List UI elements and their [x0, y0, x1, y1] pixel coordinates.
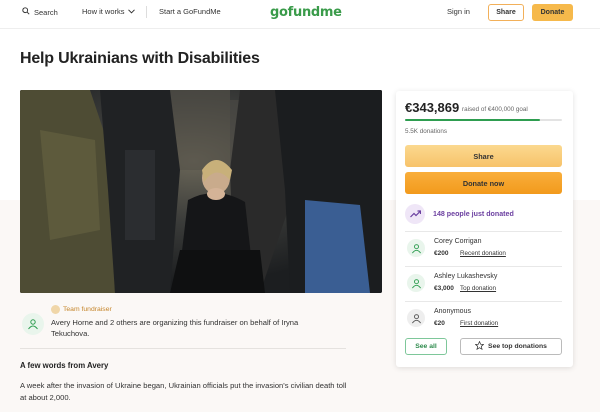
trending-up-icon [405, 204, 425, 224]
header-donate-button[interactable]: Donate [532, 4, 573, 21]
donor-hands-icon [407, 239, 425, 257]
story-paragraph: A week after the invasion of Ukraine beg… [20, 381, 347, 402]
see-top-donations-button[interactable]: See top donations [460, 338, 562, 355]
share-button[interactable]: Share [405, 145, 562, 167]
donor-name: Anonymous [434, 308, 471, 315]
header-share-button[interactable]: Share [488, 4, 524, 21]
search-label: Search [34, 7, 58, 17]
donor-divider [405, 231, 562, 232]
campaign-photo [20, 90, 382, 293]
sign-in-link[interactable]: Sign in [447, 7, 470, 16]
progress-bar [405, 119, 562, 121]
search-link[interactable]: Search [22, 7, 58, 17]
header-divider [0, 28, 600, 29]
how-it-works-menu[interactable]: How it works [82, 7, 135, 16]
donation-card: €343,869 raised of €400,000 goal 5.5K do… [396, 91, 573, 367]
chevron-down-icon [127, 7, 135, 16]
donate-now-button[interactable]: Donate now [405, 172, 562, 194]
donor-name: Corey Corrigan [434, 238, 482, 245]
organizer-divider [20, 348, 346, 349]
team-badge-label: Team fundraiser [63, 306, 112, 313]
just-donated-text: 148 people just donated [433, 210, 514, 218]
just-donated-row: 148 people just donated [405, 203, 562, 225]
donor-name: Ashley Lukashevsky [434, 273, 498, 280]
donor-row: Ashley Lukashevsky €3,000 Top donation [405, 269, 562, 299]
donor-amount: €20 [434, 320, 445, 327]
donation-count: 5.5K donations [405, 128, 448, 135]
donor-amount: €3,000 [434, 285, 454, 292]
campaign-title: Help Ukrainians with Disabilities [20, 50, 260, 67]
donor-type-link[interactable]: Recent donation [460, 250, 506, 257]
story-heading: A few words from Avery [20, 361, 109, 370]
see-top-donations-label: See top donations [488, 343, 547, 350]
gofundme-logo[interactable]: gofundme [270, 5, 342, 20]
team-fundraiser-badge: Team fundraiser [51, 305, 112, 314]
see-all-button[interactable]: See all [405, 338, 447, 355]
how-it-works-label: How it works [82, 7, 125, 16]
donor-amount: €200 [434, 250, 449, 257]
donor-type-link[interactable]: First donation [460, 320, 498, 327]
donor-type-link[interactable]: Top donation [460, 285, 496, 292]
progress-bar-fill [405, 119, 541, 121]
donor-divider [405, 266, 562, 267]
start-gofundme-link[interactable]: Start a GoFundMe [159, 7, 221, 16]
nav-divider [146, 6, 147, 18]
organizer-icon [22, 313, 44, 335]
organizer-description: Avery Horne and 2 others are organizing … [51, 318, 299, 338]
star-icon [474, 340, 485, 352]
team-badge-icon [51, 305, 60, 314]
donor-row: Corey Corrigan €200 Recent donation [405, 234, 562, 264]
raised-amount: €343,869 [405, 100, 460, 115]
donor-hands-icon [407, 309, 425, 327]
donor-row: Anonymous €20 First donation [405, 304, 562, 334]
donor-divider [405, 301, 562, 302]
donor-hands-icon [407, 274, 425, 292]
raised-goal-text: raised of €400,000 goal [462, 106, 528, 113]
search-icon [22, 7, 30, 17]
